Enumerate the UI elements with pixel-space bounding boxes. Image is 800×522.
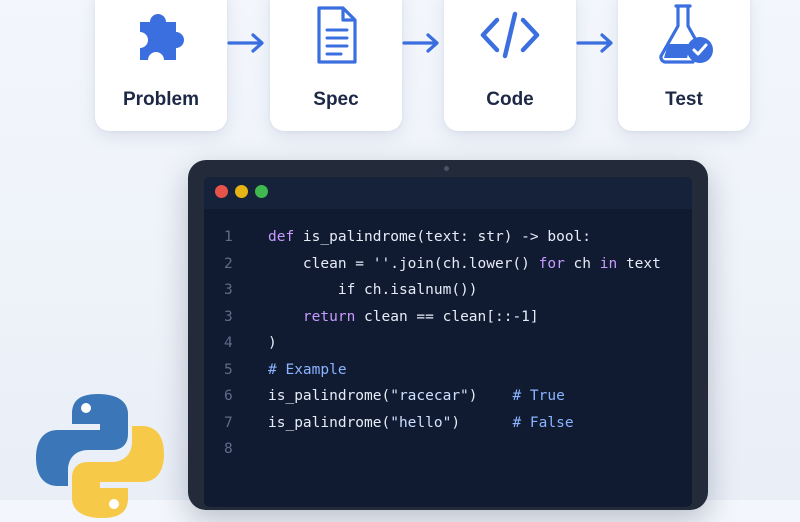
close-window-button[interactable] (215, 185, 228, 198)
line-number: 3 (224, 282, 233, 298)
code-text: return clean == clean[::-1] (268, 305, 539, 329)
code-token: ch (564, 255, 600, 272)
code-token: is_palindrome( (268, 388, 391, 404)
code-comment: # Example (268, 361, 347, 378)
code-comment: # True (512, 388, 565, 404)
code-editor-window: 1 def is_palindrome(text: str) -> bool: 2 … (204, 177, 692, 507)
maximize-window-button[interactable] (255, 185, 268, 198)
code-keyword: in (599, 255, 618, 272)
code-text: if ch.isalnum()) (268, 278, 478, 302)
step-card-problem: Problem (95, 0, 227, 131)
code-keyword: def (268, 229, 303, 245)
code-line: 2 clean = ''.join(ch.lower() for ch in t… (204, 252, 692, 276)
step-label: Code (486, 89, 534, 110)
line-number: 3 (224, 308, 233, 325)
arrow-right-icon (400, 30, 444, 56)
code-line: 3 return clean == clean[::-1] (204, 305, 692, 329)
code-keyword: return (302, 308, 356, 325)
code-keyword: for (538, 255, 565, 272)
flask-check-icon (647, 0, 721, 72)
code-line: 8 (204, 437, 692, 461)
code-text: clean = ''.join(ch.lower() for ch in tex… (268, 252, 661, 276)
line-number: 5 (224, 361, 233, 378)
python-logo-icon (34, 390, 166, 522)
code-token: text (617, 255, 661, 272)
code-token: ) (451, 414, 513, 431)
code-text: def is_palindrome(text: str) -> bool: (268, 225, 591, 249)
code-line: 4) (204, 331, 692, 355)
code-token: is_palindrome(text: str) -> bool: (302, 229, 592, 245)
puzzle-icon (124, 0, 198, 72)
code-text: is_palindrome("hello") # False (268, 411, 574, 435)
code-string: "hello" (390, 414, 452, 431)
line-number: 8 (224, 441, 233, 457)
code-area[interactable]: 1 def is_palindrome(text: str) -> bool: 2 … (204, 209, 692, 507)
code-text: ) (268, 331, 277, 355)
code-line: 3 if ch.isalnum()) (204, 278, 692, 302)
step-label: Test (665, 89, 703, 110)
arrow-right-icon (225, 30, 269, 56)
code-text: # Example (268, 358, 347, 382)
line-number: 6 (224, 388, 233, 404)
code-line: 1 def is_palindrome(text: str) -> bool: (204, 225, 692, 249)
step-label: Problem (122, 89, 200, 110)
laptop: 1 def is_palindrome(text: str) -> bool: 2 … (188, 160, 708, 510)
step-card-spec: Spec (270, 0, 402, 131)
window-titlebar (204, 177, 692, 209)
minimize-window-button[interactable] (235, 185, 248, 198)
line-number: 4 (224, 335, 233, 351)
code-text: is_palindrome("racecar") # True (268, 384, 565, 408)
code-token: ) (268, 335, 277, 351)
code-token: clean == clean[::-1] (355, 308, 539, 325)
code-token: is_palindrome( (268, 414, 391, 431)
code-line: 6 is_palindrome("racecar") # True (204, 384, 692, 408)
code-comment: # False (512, 414, 574, 431)
arrow-right-icon (574, 30, 618, 56)
code-token: ) (468, 388, 513, 404)
line-number: 2 (224, 255, 233, 272)
code-token: if ch.isalnum()) (268, 282, 478, 298)
line-number: 1 (224, 229, 233, 245)
camera-icon (444, 166, 449, 171)
document-icon (299, 0, 373, 72)
step-card-test: Test (618, 0, 750, 131)
code-line: 7 is_palindrome("hello") # False (204, 411, 692, 435)
line-number: 7 (224, 414, 233, 431)
step-card-code: Code (444, 0, 576, 131)
code-token: clean = ''.join(ch.lower() (268, 255, 539, 272)
code-line: 5 # Example (204, 358, 692, 382)
step-label: Spec (313, 89, 359, 110)
code-brackets-icon (473, 0, 547, 72)
code-string: "racecar" (390, 388, 469, 404)
